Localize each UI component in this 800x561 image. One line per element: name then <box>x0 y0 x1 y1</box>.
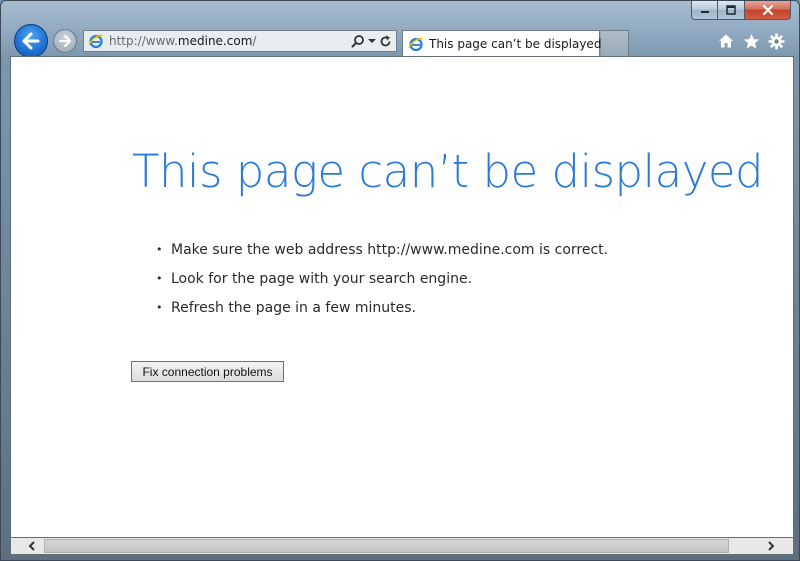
home-button[interactable] <box>717 32 735 50</box>
address-path: / <box>252 34 257 48</box>
gear-icon <box>768 33 784 49</box>
tab-active[interactable]: This page can’t be displayed <box>402 30 610 56</box>
ie-icon <box>88 34 103 49</box>
horizontal-scrollbar[interactable] <box>10 538 794 555</box>
star-icon <box>743 33 759 48</box>
maximize-button[interactable] <box>718 1 745 20</box>
forward-button[interactable] <box>53 29 77 53</box>
scroll-left-button[interactable] <box>23 538 40 554</box>
page-viewport: This page can’t be displayed Make sure t… <box>10 56 794 538</box>
fix-connection-problems-button[interactable]: Fix connection problems <box>131 361 284 382</box>
window-caption-buttons <box>691 1 791 22</box>
scroll-right-button[interactable] <box>762 538 779 554</box>
back-button[interactable] <box>14 24 48 58</box>
close-icon <box>762 5 773 15</box>
tools-button[interactable] <box>767 32 785 50</box>
refresh-button[interactable] <box>379 35 392 48</box>
close-window-button[interactable] <box>745 1 791 20</box>
list-item: Refresh the page in a few minutes. <box>151 298 608 327</box>
chevron-right-icon <box>767 541 774 551</box>
command-icons <box>717 32 785 50</box>
arrow-left-icon <box>22 32 40 50</box>
maximize-icon <box>726 5 736 15</box>
search-button[interactable] <box>351 34 365 48</box>
tab-title: This page can’t be displayed <box>429 36 602 51</box>
favorites-button[interactable] <box>742 32 760 50</box>
address-dropdown-button[interactable] <box>368 38 376 44</box>
scroll-thumb[interactable] <box>44 539 729 553</box>
minimize-icon <box>700 11 709 13</box>
refresh-icon <box>380 35 391 46</box>
ie-icon <box>408 37 423 51</box>
address-tools <box>348 34 392 48</box>
chevron-down-icon <box>368 39 376 43</box>
page-title: This page can’t be displayed <box>132 145 764 198</box>
address-bar[interactable]: http://www.medine.com/ <box>83 30 397 52</box>
new-tab-button[interactable] <box>601 30 629 56</box>
home-icon <box>719 34 733 48</box>
address-host: medine.com <box>177 34 253 48</box>
address-scheme: http://www. <box>109 34 178 48</box>
minimize-button[interactable] <box>691 1 718 20</box>
suggestion-list: Make sure the web address http://www.med… <box>151 240 608 327</box>
list-item: Look for the page with your search engin… <box>151 269 608 298</box>
arrow-right-icon <box>59 35 71 47</box>
search-icon <box>351 35 364 48</box>
browser-window: http://www.medine.com/ This page can’t b… <box>0 0 800 561</box>
chevron-left-icon <box>28 541 35 551</box>
address-input[interactable]: http://www.medine.com/ <box>109 34 348 48</box>
list-item: Make sure the web address http://www.med… <box>151 240 608 269</box>
